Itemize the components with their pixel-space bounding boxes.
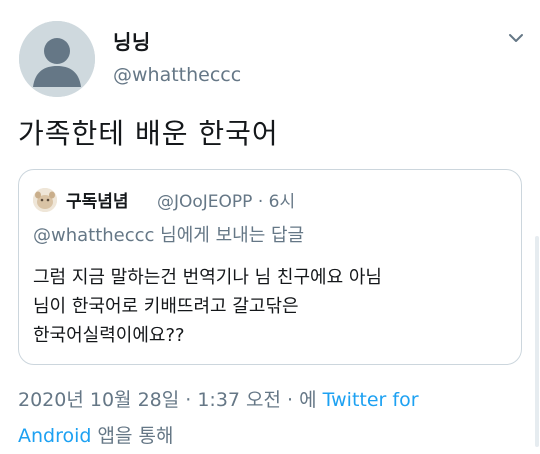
quoted-text: 그럼 지금 말하는건 번역기나 님 친구에요 아님 님이 한국어로 키배뜨려고 … <box>33 263 509 350</box>
via-suffix: 앱을 통해 <box>97 425 174 447</box>
display-name[interactable]: 닝닝 <box>113 26 151 55</box>
scrollbar[interactable] <box>535 236 539 447</box>
quoted-text-line: 그럼 지금 말하는건 번역기나 님 친구에요 아님 <box>33 267 382 288</box>
quoted-handle-time: @JOoJEOPP · 6시 <box>157 192 296 212</box>
via-link[interactable]: Twitter for <box>323 389 419 411</box>
quoted-text-line: 님이 한국어로 키배뜨려고 갈고닦은 <box>33 296 299 317</box>
quoted-avatar[interactable] <box>33 188 57 212</box>
via-link[interactable]: Android <box>18 425 91 447</box>
reply-context: @whattheccc 님에게 보내는 답글 <box>33 225 305 246</box>
default-profile-icon[interactable] <box>19 21 95 97</box>
chevron-down-icon[interactable] <box>506 30 526 46</box>
user-handle[interactable]: @whattheccc <box>113 64 241 86</box>
tweet-footer: 2020년 10월 28일 · 1:37 오전 · 에 Twitter for … <box>18 382 518 454</box>
tweet-text: 가족한테 배운 한국어 <box>18 117 279 150</box>
tweet-card: 닝닝 @whattheccc 가족한테 배운 한국어 구독념념 @JOoJEOP… <box>0 0 540 447</box>
timestamp[interactable]: 2020년 10월 28일 · 1:37 오전 · 에 <box>18 389 317 411</box>
quoted-display-name[interactable]: 구독념념 <box>66 187 129 212</box>
quoted-text-line: 한국어실력이에요?? <box>33 325 185 346</box>
quoted-tweet[interactable]: 구독념념 @JOoJEOPP · 6시 @whattheccc 님에게 보내는 … <box>18 169 522 365</box>
